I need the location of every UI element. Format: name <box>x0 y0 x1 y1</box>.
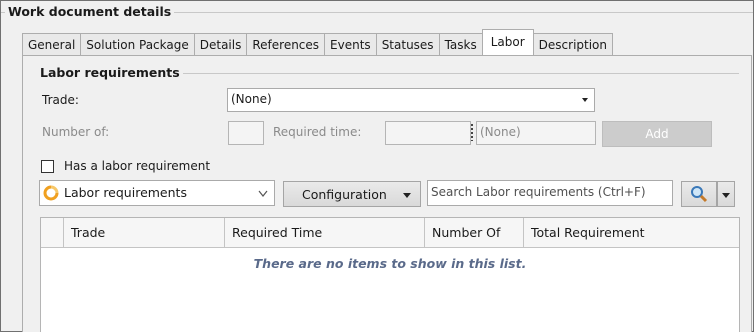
tab-labor[interactable]: Labor <box>481 29 534 55</box>
tab-events[interactable]: Events <box>324 33 377 55</box>
number-of-input[interactable] <box>228 121 264 145</box>
magnifier-icon <box>691 186 708 203</box>
column-header-trade[interactable]: Trade <box>63 218 225 247</box>
work-document-details-window: Work document details General Solution P… <box>0 0 754 332</box>
dropdown-arrow-icon[interactable] <box>582 98 588 102</box>
grid-header: Trade Required Time Number Of Total Requ… <box>41 218 739 248</box>
tab-tasks[interactable]: Tasks <box>438 33 483 55</box>
empty-list-message: There are no items to show in this list. <box>253 256 527 271</box>
window-title: Work document details <box>5 4 175 19</box>
column-header-number-of[interactable]: Number Of <box>424 218 524 247</box>
has-labor-requirement-checkbox[interactable] <box>41 160 54 173</box>
view-select-label: Labor requirements <box>64 185 187 200</box>
tab-solution-package[interactable]: Solution Package <box>80 33 195 55</box>
tab-details[interactable]: Details <box>193 33 248 55</box>
column-header-total-requirement[interactable]: Total Requirement <box>523 218 739 247</box>
required-time-unit[interactable]: (None) <box>476 121 596 145</box>
search-input[interactable]: Search Labor requirements (Ctrl+F) <box>427 180 673 206</box>
search-placeholder: Search Labor requirements (Ctrl+F) <box>431 185 646 199</box>
search-options-button[interactable] <box>717 181 735 207</box>
splitter-handle-icon <box>471 124 473 141</box>
caret-down-icon <box>403 193 411 198</box>
tab-strip: General Solution Package Details Referen… <box>22 29 613 55</box>
tab-references[interactable]: References <box>246 33 326 55</box>
tab-statuses[interactable]: Statuses <box>375 33 440 55</box>
chevron-down-icon[interactable] <box>258 190 268 198</box>
has-labor-requirement-label: Has a labor requirement <box>64 159 211 173</box>
trade-combobox[interactable]: (None) <box>227 88 595 112</box>
trade-label: Trade: <box>42 93 79 107</box>
labor-requirements-grid: Trade Required Time Number Of Total Requ… <box>40 217 740 332</box>
view-select[interactable]: Labor requirements <box>39 180 275 206</box>
trade-value: (None) <box>231 92 272 106</box>
tab-general[interactable]: General <box>22 33 82 55</box>
column-header-required-time[interactable]: Required Time <box>224 218 424 247</box>
search-button[interactable] <box>681 181 717 207</box>
required-time-label: Required time: <box>273 125 362 139</box>
refresh-icon <box>43 185 59 201</box>
number-of-label: Number of: <box>42 125 110 139</box>
required-time-input[interactable] <box>385 121 471 145</box>
tab-description[interactable]: Description <box>532 33 613 55</box>
configuration-label: Configuration <box>302 187 387 202</box>
configuration-button[interactable]: Configuration <box>283 181 421 207</box>
add-button[interactable]: Add <box>602 121 712 147</box>
labor-requirements-group-title: Labor requirements <box>37 65 183 80</box>
caret-down-icon <box>722 193 730 198</box>
